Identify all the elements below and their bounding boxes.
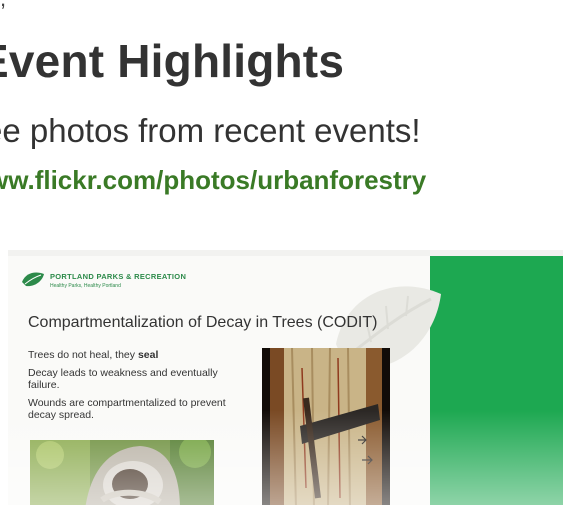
parks-logo: PORTLAND PARKS & RECREATION Healthy Park… [20, 270, 186, 290]
flickr-link[interactable]: ww.flickr.com/photos/urbanforestry [0, 165, 426, 196]
page-subtitle: ee photos from recent events! [0, 112, 421, 149]
bullet-2: Decay leads to weakness and eventually f… [28, 366, 218, 392]
logo-subtitle: Healthy Parks, Healthy Portland [50, 282, 121, 289]
bullet-3: Wounds are compartmentalized to prevent … [28, 396, 226, 422]
slide-heading: Compartmentalization of Decay in Trees (… [28, 314, 377, 332]
parks-leaf-icon [22, 272, 44, 287]
top-cutoff-text: , ‘ [0, 0, 17, 12]
page-title: Event Highlights [0, 35, 345, 87]
green-side-panel [430, 256, 563, 505]
slide-heading-main: Compartmentalization of Decay in Trees [28, 314, 313, 331]
slide-heading-acronym: (CODIT) [312, 314, 378, 331]
wood-decay-photo [262, 348, 390, 505]
slide-preview: PORTLAND PARKS & RECREATION Healthy Park… [8, 250, 563, 505]
logo-title: PORTLAND PARKS & RECREATION [50, 271, 187, 281]
bullet-1: Trees do not heal, they seal [28, 349, 159, 361]
slide-bullets: Trees do not heal, they seal Decay leads… [28, 349, 228, 427]
tree-wound-photo [30, 440, 214, 505]
